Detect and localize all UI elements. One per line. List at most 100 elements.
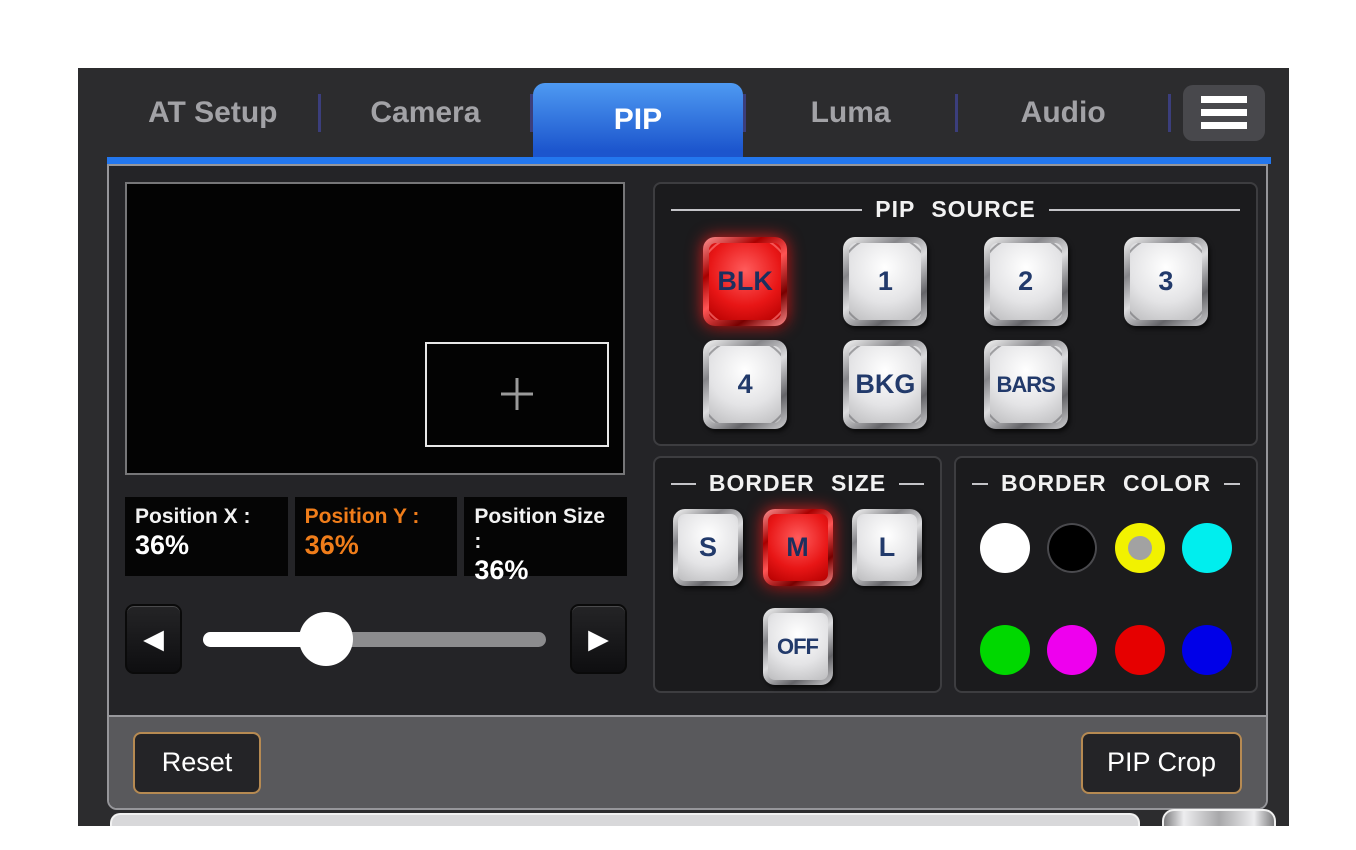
tab-audio[interactable]: Audio	[958, 68, 1168, 157]
button-label: OFF	[777, 634, 818, 660]
tab-luma[interactable]: Luma	[746, 68, 956, 157]
border-color-red[interactable]	[1115, 625, 1165, 675]
button-label: S	[699, 532, 717, 563]
right-triangle-icon: ▶	[588, 624, 609, 655]
button-face: BARS	[990, 346, 1062, 423]
border-color-cyan[interactable]	[1182, 523, 1232, 573]
button-face: M	[768, 514, 828, 581]
pip-source-buttons: BLK 1 2 3	[671, 237, 1240, 429]
border-color-black[interactable]	[1047, 523, 1097, 573]
tab-camera[interactable]: Camera	[321, 68, 531, 157]
title-rule-left	[671, 209, 862, 211]
button-face: BKG	[849, 346, 921, 423]
source-button-bkg[interactable]: BKG	[843, 340, 927, 429]
selected-dot	[1128, 536, 1152, 560]
border-color-magenta[interactable]	[1047, 625, 1097, 675]
border-size-panel: BORDER SIZE S M	[653, 456, 942, 693]
position-y-value: 36%	[305, 529, 448, 563]
source-button-blk[interactable]: BLK	[703, 237, 787, 326]
border-color-row-1	[972, 523, 1240, 573]
tab-at-setup[interactable]: AT Setup	[108, 68, 318, 157]
border-size-l-button[interactable]: L	[852, 509, 922, 586]
crosshair-icon	[501, 378, 533, 410]
source-button-bars[interactable]: BARS	[984, 340, 1068, 429]
border-color-row-2	[972, 625, 1240, 675]
pip-preview-area[interactable]	[125, 182, 625, 475]
button-face: 3	[1130, 243, 1202, 320]
button-label: 1	[878, 266, 893, 297]
source-button-2[interactable]: 2	[984, 237, 1068, 326]
settings-column: PIP SOURCE BLK 1	[653, 182, 1258, 715]
position-slider: ◀ ▶	[125, 603, 627, 675]
button-face: BLK	[709, 243, 781, 320]
source-button-4[interactable]: 4	[703, 340, 787, 429]
next-section-bar	[110, 813, 1140, 826]
border-color-blue[interactable]	[1182, 625, 1232, 675]
border-settings-row: BORDER SIZE S M	[653, 456, 1258, 693]
pip-main-area: Position X : 36% Position Y : 36% Positi…	[109, 166, 1266, 715]
button-label: BLK	[717, 266, 773, 297]
tab-separator	[1168, 94, 1171, 132]
button-face: 4	[709, 346, 781, 423]
border-size-m-button[interactable]: M	[763, 509, 833, 586]
pip-page: Position X : 36% Position Y : 36% Positi…	[107, 164, 1268, 810]
button-label: 2	[1018, 266, 1033, 297]
switcher-window: AT Setup Camera PIP Luma Audio	[78, 68, 1289, 826]
border-size-off-button[interactable]: OFF	[763, 608, 833, 685]
next-section-button[interactable]	[1162, 809, 1276, 826]
menu-button[interactable]	[1183, 85, 1265, 141]
border-color-white[interactable]	[980, 523, 1030, 573]
title-rule-left	[671, 483, 696, 485]
position-column: Position X : 36% Position Y : 36% Positi…	[125, 182, 627, 715]
button-label: M	[786, 532, 809, 563]
border-size-buttons: S M L	[671, 509, 924, 586]
title-rule-right	[1049, 209, 1240, 211]
title-rule-right	[899, 483, 924, 485]
tab-pip[interactable]: PIP	[533, 83, 743, 157]
border-color-green[interactable]	[980, 625, 1030, 675]
border-size-s-button[interactable]: S	[673, 509, 743, 586]
position-readouts: Position X : 36% Position Y : 36% Positi…	[125, 497, 627, 576]
position-y-label: Position Y :	[305, 504, 448, 529]
slider-thumb[interactable]	[299, 612, 353, 666]
tab-bar: AT Setup Camera PIP Luma Audio	[78, 68, 1289, 157]
reset-button[interactable]: Reset	[133, 732, 261, 794]
button-face: L	[857, 514, 917, 581]
pip-window-outline[interactable]	[425, 342, 610, 447]
footer-bar: Reset PIP Crop	[109, 715, 1266, 808]
position-y-box[interactable]: Position Y : 36%	[295, 497, 458, 576]
slider-decrement-button[interactable]: ◀	[125, 604, 182, 674]
border-color-title-text: BORDER COLOR	[1001, 470, 1211, 497]
button-label: BKG	[855, 369, 915, 400]
slider-track[interactable]	[203, 632, 546, 647]
button-label: BARS	[996, 372, 1054, 398]
position-size-value: 36%	[474, 554, 617, 588]
button-label: 4	[738, 369, 753, 400]
border-color-title: BORDER COLOR	[972, 470, 1240, 497]
button-label: L	[879, 532, 896, 563]
left-triangle-icon: ◀	[143, 624, 164, 655]
border-color-yellow[interactable]	[1115, 523, 1165, 573]
pip-crop-button[interactable]: PIP Crop	[1081, 732, 1242, 794]
position-x-label: Position X :	[135, 504, 278, 529]
slider-increment-button[interactable]: ▶	[570, 604, 627, 674]
button-face: OFF	[768, 613, 828, 680]
position-size-box[interactable]: Position Size : 36%	[464, 497, 627, 576]
position-x-value: 36%	[135, 529, 278, 563]
border-size-title: BORDER SIZE	[671, 470, 924, 497]
border-size-off-row: OFF	[671, 608, 924, 685]
button-face: S	[678, 514, 738, 581]
pip-source-title-text: PIP SOURCE	[875, 196, 1035, 223]
border-size-title-text: BORDER SIZE	[709, 470, 886, 497]
pip-source-panel: PIP SOURCE BLK 1	[653, 182, 1258, 446]
button-label: 3	[1158, 266, 1173, 297]
title-rule-right	[1224, 483, 1240, 485]
source-button-1[interactable]: 1	[843, 237, 927, 326]
position-x-box[interactable]: Position X : 36%	[125, 497, 288, 576]
position-size-label: Position Size :	[474, 504, 617, 554]
button-face: 2	[990, 243, 1062, 320]
button-face: 1	[849, 243, 921, 320]
source-button-3[interactable]: 3	[1124, 237, 1208, 326]
title-rule-left	[972, 483, 988, 485]
active-tab-underline	[107, 157, 1271, 164]
